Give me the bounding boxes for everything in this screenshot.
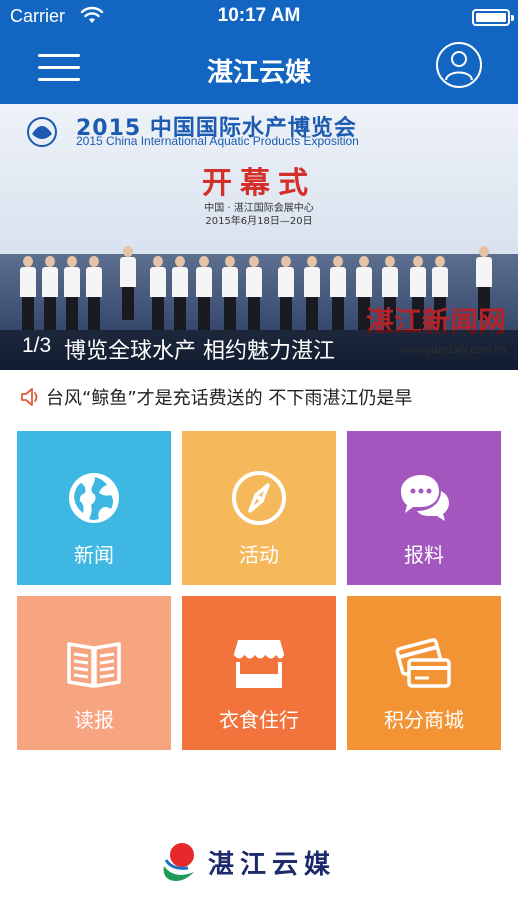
tile-news-label: 新闻 xyxy=(74,543,114,567)
tile-activities[interactable]: 活动 xyxy=(182,431,336,585)
clock: 10:17 AM xyxy=(217,5,301,26)
banner-ceremony-text: 开幕式 xyxy=(202,166,316,201)
banner-person xyxy=(196,256,212,330)
banner-venue-name: 中国 · 湛江国际会展中心 xyxy=(204,203,314,214)
status-bar: Carrier 10:17 AM xyxy=(0,0,518,34)
banner-page-indicator: 1/3 xyxy=(22,334,52,357)
tile-lifestyle-label: 衣食住行 xyxy=(219,708,299,732)
compass-icon xyxy=(232,471,286,525)
banner-caption: 博览全球水产 相约魅力湛江 xyxy=(64,339,335,364)
battery-icon xyxy=(472,9,514,26)
banner-person xyxy=(278,256,294,330)
banner-person xyxy=(120,246,136,330)
banner-board: 2015 中国国际水产博览会 2015 China International … xyxy=(0,104,518,254)
footer-logo: 湛江云媒 xyxy=(160,838,360,884)
globe-icon xyxy=(69,473,119,523)
banner-person xyxy=(64,256,80,330)
chat-bubbles-icon xyxy=(401,475,449,521)
tile-report[interactable]: 报料 xyxy=(347,431,501,585)
banner-venue: 中国 · 湛江国际会展中心 2015年6月18日—20日 xyxy=(0,202,518,228)
news-ticker[interactable]: 台风“鲸鱼”才是充话费送的 不下雨湛江仍是旱 xyxy=(0,370,518,422)
app-logo-icon xyxy=(163,843,194,881)
banner-person xyxy=(172,256,188,330)
banner-person xyxy=(86,256,102,330)
tile-report-label: 报料 xyxy=(404,543,444,567)
user-avatar-icon xyxy=(445,51,473,81)
storefront-icon xyxy=(233,640,285,688)
banner-venue-date: 2015年6月18日—20日 xyxy=(205,216,313,227)
banner-board-subtitle: 2015 China International Aquatic Product… xyxy=(76,134,359,148)
newspaper-icon xyxy=(67,642,121,688)
tile-newspaper[interactable]: 读报 xyxy=(17,596,171,750)
banner-person xyxy=(42,256,58,330)
tile-activities-label: 活动 xyxy=(239,543,279,567)
banner-person xyxy=(330,256,346,330)
banner-person xyxy=(246,256,262,330)
expo-logo-icon xyxy=(27,117,57,147)
ticker-text: 台风“鲸鱼”才是充话费送的 不下雨湛江仍是旱 xyxy=(46,388,413,409)
top-bar: Carrier 10:17 AM 湛江云媒 xyxy=(0,0,518,104)
cards-icon xyxy=(395,638,451,688)
tile-points-mall[interactable]: 积分商城 xyxy=(347,596,501,750)
footer-logo-text: 湛江云媒 xyxy=(208,850,337,880)
banner-person xyxy=(304,256,320,330)
speaker-icon xyxy=(21,388,38,406)
user-button[interactable] xyxy=(436,42,482,88)
tile-news[interactable]: 新闻 xyxy=(17,431,171,585)
banner-person xyxy=(20,256,36,330)
tile-newspaper-label: 读报 xyxy=(74,708,114,732)
battery-level xyxy=(476,13,506,22)
banner-carousel[interactable]: 2015 中国国际水产博览会 2015 China International … xyxy=(0,104,518,370)
tile-lifestyle[interactable]: 衣食住行 xyxy=(182,596,336,750)
tile-points-mall-label: 积分商城 xyxy=(384,708,464,732)
banner-person xyxy=(150,256,166,330)
banner-person xyxy=(222,256,238,330)
